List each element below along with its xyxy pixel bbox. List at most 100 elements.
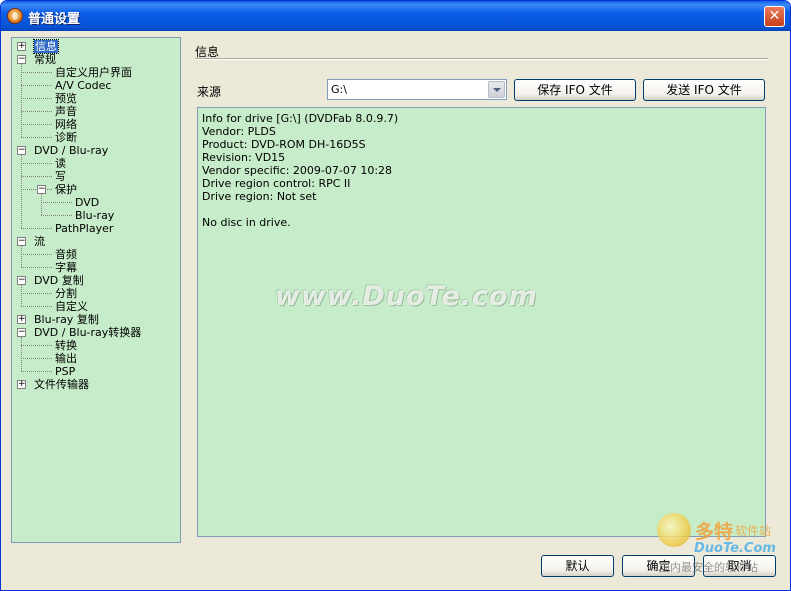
tree-item-label: A/V Codec: [55, 79, 112, 92]
tree-item[interactable]: 保护: [55, 183, 77, 196]
tree-item-label: 流: [34, 235, 45, 248]
watermark-logo: 多特 软件站 DuoTe.Com 国内最安全的软件站: [657, 513, 787, 579]
collapse-icon[interactable]: −: [17, 237, 26, 246]
tree-item-label: 声音: [55, 105, 77, 118]
tree-item[interactable]: 自定义: [55, 300, 88, 313]
tree-item-label: 分割: [55, 287, 77, 300]
info-line: Vendor: PLDS: [202, 125, 276, 138]
settings-tree[interactable]: + 信息 − 常规 自定义用户界面 A/V Codec 预览 声音 网络 诊断 − DVD / Blu…: [11, 37, 181, 543]
tree-item[interactable]: A/V Codec: [55, 79, 111, 92]
tree-item[interactable]: 流: [34, 235, 45, 248]
tree-guide: [21, 285, 22, 306]
tree-item-label: 自定义: [55, 300, 88, 313]
tree-item[interactable]: 分割: [55, 287, 77, 300]
tree-item-label: 预览: [55, 92, 77, 105]
tree-connector: [21, 163, 52, 164]
tree-connector: [21, 306, 52, 307]
source-dropdown[interactable]: G:\: [327, 79, 507, 100]
tree-item-label: 转换: [55, 339, 77, 352]
tree-connector: [21, 371, 52, 372]
tree-item[interactable]: DVD: [75, 196, 99, 209]
tree-connector: [21, 176, 52, 177]
tree-item[interactable]: 转换: [55, 339, 77, 352]
tree-item[interactable]: PathPlayer: [55, 222, 113, 235]
tree-item[interactable]: 自定义用户界面: [55, 66, 132, 79]
info-line: Drive region control: RPC II: [202, 177, 351, 190]
tree-item[interactable]: PSP: [55, 365, 75, 378]
tree-item[interactable]: 输出: [55, 352, 77, 365]
info-line: Vendor specific: 2009-07-07 10:28: [202, 164, 393, 177]
logo-tagline: 国内最安全的软件站: [659, 561, 758, 574]
tree-item-label: 保护: [55, 183, 77, 196]
window-title: 普通设置: [28, 12, 81, 27]
tree-item-label: Blu-ray 复制: [34, 313, 99, 326]
tree-connector: [21, 358, 52, 359]
send-ifo-button[interactable]: 发送 IFO 文件: [643, 79, 765, 101]
tree-item[interactable]: 字幕: [55, 261, 77, 274]
tree-connector: [21, 124, 52, 125]
tree-item[interactable]: DVD 复制: [34, 274, 84, 287]
tree-item[interactable]: Blu-ray 复制: [34, 313, 99, 326]
info-line: No disc in drive.: [202, 216, 291, 229]
tree-connector: [21, 228, 52, 229]
tree-item-label: PSP: [55, 365, 76, 378]
info-line: Product: DVD-ROM DH-16D5S: [202, 138, 366, 151]
tree-item[interactable]: 文件传输器: [34, 378, 89, 391]
chevron-down-icon[interactable]: [488, 81, 505, 98]
close-button[interactable]: ✕: [764, 6, 785, 27]
tree-item-label: DVD / Blu-ray转换器: [34, 326, 142, 339]
tree-guide: [21, 337, 22, 371]
tree-item[interactable]: 音频: [55, 248, 77, 261]
expand-icon[interactable]: +: [17, 42, 26, 51]
collapse-icon[interactable]: −: [17, 276, 26, 285]
tree-item-label: 字幕: [55, 261, 77, 274]
expand-icon[interactable]: +: [17, 315, 26, 324]
info-line: [202, 203, 761, 216]
tree-item[interactable]: 读: [55, 157, 66, 170]
tree-item-label: 读: [55, 157, 66, 170]
section-divider: [195, 58, 768, 60]
save-ifo-button[interactable]: 保存 IFO 文件: [514, 79, 636, 101]
tree-item-label: 自定义用户界面: [55, 66, 132, 79]
tree-item[interactable]: DVD / Blu-ray: [34, 144, 108, 157]
tree-item[interactable]: Blu-ray: [75, 209, 114, 222]
tree-item[interactable]: 常规: [34, 53, 56, 66]
tree-connector: [21, 267, 52, 268]
default-button[interactable]: 默认: [541, 555, 614, 577]
tree-item[interactable]: 网络: [55, 118, 77, 131]
logo-icon: [657, 513, 691, 547]
tree-guide: [21, 64, 22, 137]
tree-item[interactable]: 写: [55, 170, 66, 183]
drive-info-text[interactable]: Info for drive [G:\] (DVDFab 8.0.9.7) Ven…: [197, 107, 766, 537]
tree-connector: [41, 202, 72, 203]
close-icon: ✕: [768, 8, 781, 24]
tree-item-label: DVD: [75, 196, 100, 209]
tree-item-label: DVD / Blu-ray: [34, 144, 109, 157]
title-bar[interactable]: 普通设置 ✕: [1, 1, 790, 31]
expand-icon[interactable]: +: [17, 380, 26, 389]
collapse-icon[interactable]: −: [37, 185, 46, 194]
tree-connector: [21, 293, 52, 294]
tree-item-label: 信息: [33, 39, 59, 54]
tree-connector: [21, 137, 52, 138]
tree-item[interactable]: 预览: [55, 92, 77, 105]
watermark-text: www.DuoTe.com: [275, 281, 538, 312]
source-label: 来源: [197, 85, 222, 99]
tree-connector: [21, 345, 52, 346]
tree-item[interactable]: DVD / Blu-ray转换器: [34, 326, 141, 339]
tree-item[interactable]: 诊断: [55, 131, 77, 144]
collapse-icon[interactable]: −: [17, 55, 26, 64]
logo-domain: DuoTe.Com: [694, 541, 776, 556]
logo-title: 多特: [695, 521, 734, 543]
tree-connector: [21, 98, 52, 99]
tree-connector: [41, 215, 72, 216]
tree-item[interactable]: 信息: [33, 39, 59, 54]
collapse-icon[interactable]: −: [17, 146, 26, 155]
collapse-icon[interactable]: −: [17, 328, 26, 337]
tree-item[interactable]: 声音: [55, 105, 77, 118]
tree-item-label: 诊断: [55, 131, 77, 144]
tree-item-label: 写: [55, 170, 66, 183]
info-line: Info for drive [G:\] (DVDFab 8.0.9.7): [202, 112, 399, 125]
tree-item-label: 音频: [55, 248, 77, 261]
tree-connector: [21, 72, 52, 73]
